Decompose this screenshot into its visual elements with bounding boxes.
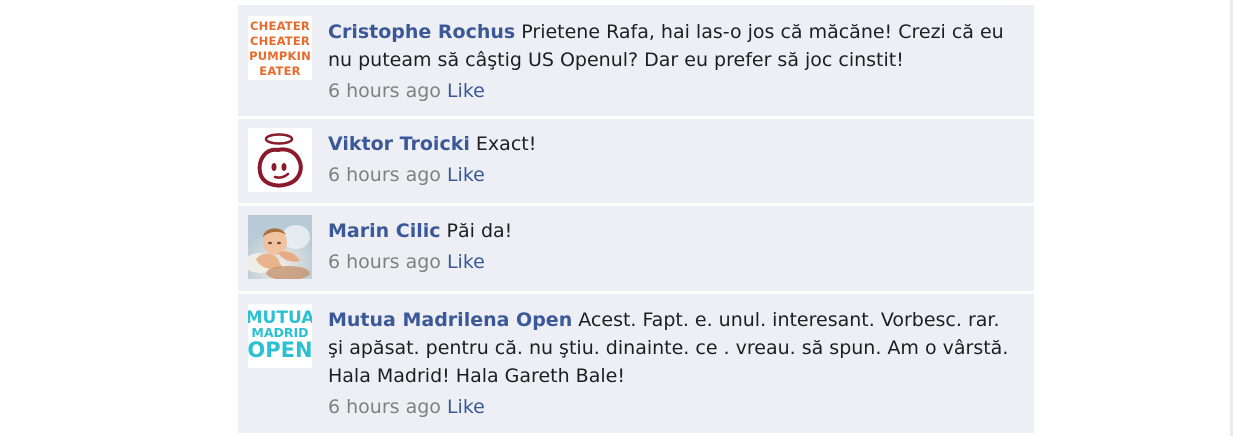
halo-face-avatar-icon[interactable]: [248, 128, 312, 192]
comment-body: Marin Cilic Păi da! 6 hours ago Like: [328, 217, 1014, 275]
comment-timestamp[interactable]: 6 hours ago: [328, 80, 441, 102]
mutua-logo-icon: MUTUA MADRID OPEN: [248, 304, 312, 368]
comment-body: Viktor Troicki Exact! 6 hours ago Like: [328, 130, 1014, 188]
like-link[interactable]: Like: [447, 396, 485, 418]
comment-timestamp[interactable]: 6 hours ago: [328, 164, 441, 186]
comment-item: CHEATER CHEATER PUMPKIN EATER Cristophe …: [238, 0, 1034, 119]
comment-body: Mutua Madrilena Open Acest. Fapt. e. unu…: [328, 306, 1014, 420]
comment-meta: 6 hours ago Like: [328, 162, 1014, 188]
halo-face-icon: [248, 128, 312, 192]
mutua-madrid-open-logo-icon[interactable]: MUTUA MADRID OPEN: [248, 304, 312, 368]
comment-meta: 6 hours ago Like: [328, 249, 1014, 275]
comment-timestamp[interactable]: 6 hours ago: [328, 251, 441, 273]
comment-content: Marin Cilic Păi da!: [328, 217, 1014, 245]
page: CHEATER CHEATER PUMPKIN EATER Cristophe …: [0, 0, 1233, 436]
comment-item: Marin Cilic Păi da! 6 hours ago Like: [238, 206, 1034, 294]
comment-item: Viktor Troicki Exact! 6 hours ago Like: [238, 119, 1034, 206]
svg-text:OPEN: OPEN: [248, 338, 312, 362]
like-link[interactable]: Like: [447, 80, 485, 102]
cherub-photo-avatar-icon[interactable]: [248, 215, 312, 279]
comment-text: Exact!: [475, 133, 537, 155]
author-name-link[interactable]: Mutua Madrilena Open: [328, 309, 572, 331]
cherub-photo-icon: [248, 215, 312, 279]
author-name-link[interactable]: Marin Cilic: [328, 220, 441, 242]
avatar-text-line: PUMPKIN: [249, 49, 311, 63]
like-link[interactable]: Like: [447, 164, 485, 186]
cheater-avatar-icon[interactable]: CHEATER CHEATER PUMPKIN EATER: [248, 16, 312, 80]
comment-text: Păi da!: [446, 220, 513, 242]
divider: [238, 0, 1034, 5]
comment-content: Cristophe Rochus Prietene Rafa, hai las-…: [328, 18, 1014, 74]
comment-content: Viktor Troicki Exact!: [328, 130, 1014, 158]
comment-body: Cristophe Rochus Prietene Rafa, hai las-…: [328, 18, 1014, 104]
avatar-text-line: CHEATER: [250, 19, 310, 33]
author-name-link[interactable]: Viktor Troicki: [328, 133, 470, 155]
comment-content: Mutua Madrilena Open Acest. Fapt. e. unu…: [328, 306, 1014, 390]
author-name-link[interactable]: Cristophe Rochus: [328, 21, 515, 43]
comment-timestamp[interactable]: 6 hours ago: [328, 396, 441, 418]
avatar-text-line: EATER: [259, 64, 301, 78]
comment-item: MUTUA MADRID OPEN Mutua Madrilena Open A…: [238, 294, 1034, 436]
comment-meta: 6 hours ago Like: [328, 78, 1014, 104]
comment-list: CHEATER CHEATER PUMPKIN EATER Cristophe …: [238, 0, 1034, 436]
like-link[interactable]: Like: [447, 251, 485, 273]
avatar-text-line: CHEATER: [250, 34, 310, 48]
comment-meta: 6 hours ago Like: [328, 394, 1014, 420]
